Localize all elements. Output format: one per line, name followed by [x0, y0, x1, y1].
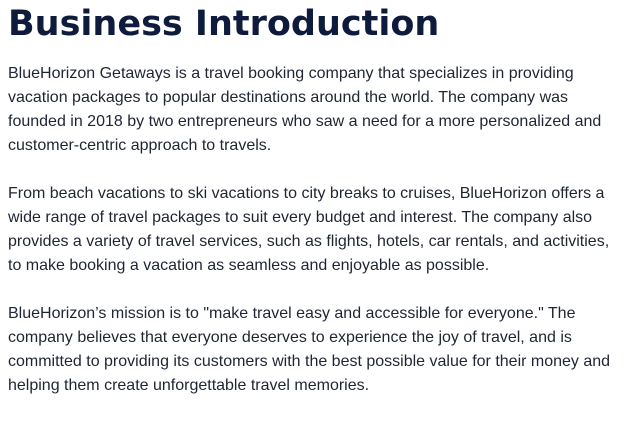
- page-title: Business Introduction: [8, 4, 440, 44]
- document-page: Business Introduction BlueHorizon Getawa…: [0, 0, 626, 436]
- offerings-paragraph: From beach vacations to ski vacations to…: [8, 185, 610, 274]
- mission-paragraph: BlueHorizon’s mission is to "make travel…: [8, 305, 611, 394]
- intro-paragraph: BlueHorizon Getaways is a travel booking…: [8, 65, 602, 154]
